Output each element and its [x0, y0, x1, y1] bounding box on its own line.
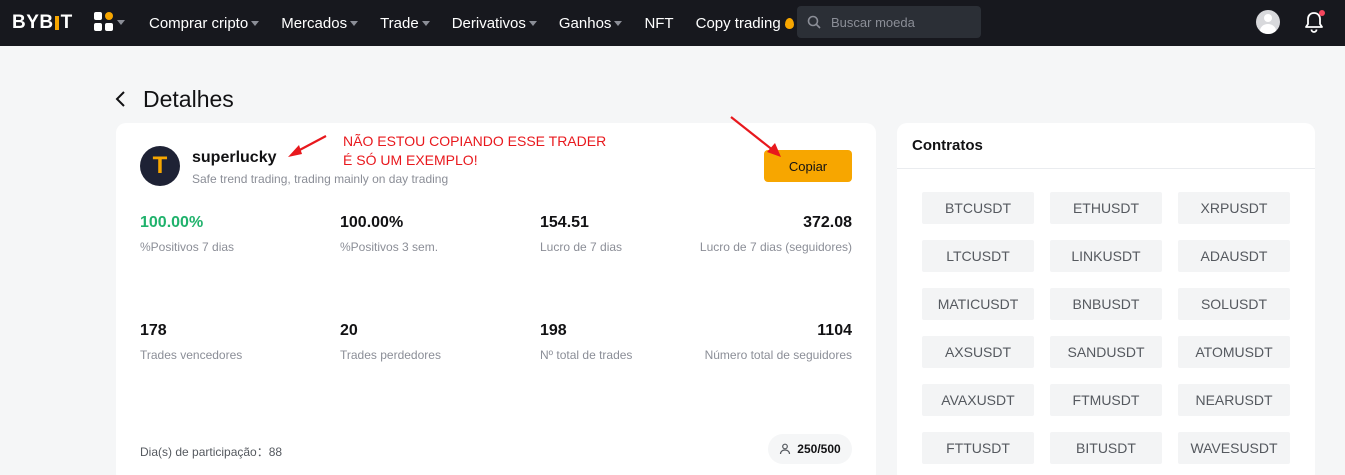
stat-losing-trades: 20 Trades perdedores	[340, 322, 441, 362]
stat-positive-7d: 100.00% %Positivos 7 dias	[140, 214, 235, 254]
bybit-logo[interactable]: BYB T	[12, 12, 73, 34]
search-box[interactable]	[797, 6, 981, 38]
flame-icon	[784, 17, 794, 29]
contract-chip[interactable]: WAVESUSDT	[1178, 432, 1290, 464]
contract-chip[interactable]: BITUSDT	[1050, 432, 1162, 464]
copy-button[interactable]: Copiar	[764, 150, 852, 182]
stat-positive-3w: 100.00% %Positivos 3 sem.	[340, 214, 439, 254]
stat-profit-7d-followers: 372.08 Lucro de 7 dias (seguidores)	[699, 214, 852, 254]
contract-chip[interactable]: ATOMUSDT	[1178, 336, 1290, 368]
notification-dot	[1319, 10, 1325, 16]
main-menu: Comprar cripto Mercados Trade Derivativo…	[149, 0, 816, 46]
search-icon	[807, 15, 821, 29]
contract-chip[interactable]: ETHUSDT	[1050, 192, 1162, 224]
user-avatar[interactable]	[1256, 10, 1280, 34]
contract-chip[interactable]: FTTUSDT	[922, 432, 1034, 464]
menu-nft[interactable]: NFT	[644, 15, 673, 32]
contract-chip[interactable]: BNBUSDT	[1050, 288, 1162, 320]
menu-derivativos[interactable]: Derivativos	[452, 15, 537, 32]
menu-trade[interactable]: Trade	[380, 15, 430, 32]
contract-chip[interactable]: AXSUSDT	[922, 336, 1034, 368]
contract-chip[interactable]: LINKUSDT	[1050, 240, 1162, 272]
top-navbar: BYB T Comprar cripto Mercados Trade Deriv…	[0, 0, 1345, 46]
chevron-down-icon	[117, 19, 125, 25]
chevron-down-icon	[350, 20, 359, 26]
contract-chip[interactable]: NEARUSDT	[1178, 384, 1290, 416]
trader-description: Safe trend trading, trading mainly on da…	[192, 172, 449, 186]
trader-name: superlucky	[192, 149, 277, 166]
contract-chip[interactable]: FTMUSDT	[1050, 384, 1162, 416]
participation-days: Dia(s) de participação：88	[140, 445, 283, 459]
contracts-title: Contratos	[912, 137, 983, 154]
menu-mercados[interactable]: Mercados	[281, 15, 359, 32]
chevron-down-icon	[251, 20, 260, 26]
contract-chip[interactable]: AVAXUSDT	[922, 384, 1034, 416]
chevron-down-icon	[614, 20, 623, 26]
contracts-card: Contratos BTCUSDT ETHUSDT XRPUSDT LTCUSDT LI…	[897, 123, 1315, 475]
back-arrow-icon[interactable]	[114, 90, 128, 108]
menu-copy-trading[interactable]: Copy trading	[696, 15, 794, 32]
annotation-note: NÃO ESTOU COPIANDO ESSE TRADER É SÓ UM E…	[343, 133, 607, 168]
menu-comprar-cripto[interactable]: Comprar cripto	[149, 15, 260, 32]
stat-profit-7d: 154.51 Lucro de 7 dias	[540, 214, 623, 254]
search-input[interactable]	[831, 14, 971, 30]
notification-bell-icon[interactable]	[1303, 10, 1325, 34]
apps-grid-icon	[94, 12, 114, 32]
contract-chip[interactable]: BTCUSDT	[922, 192, 1034, 224]
trader-avatar: T	[140, 146, 180, 186]
stat-total-followers: 1104 Número total de seguidores	[704, 322, 852, 362]
contract-chip[interactable]: XRPUSDT	[1178, 192, 1290, 224]
chevron-down-icon	[421, 20, 430, 26]
stat-total-trades: 198 Nº total de trades	[540, 322, 633, 362]
contract-chip[interactable]: MATICUSDT	[922, 288, 1034, 320]
apps-menu-button[interactable]	[94, 12, 125, 32]
contract-chip[interactable]: SANDUSDT	[1050, 336, 1162, 368]
trader-details-card: T superlucky Safe trend trading, trading…	[116, 123, 876, 475]
chevron-down-icon	[528, 20, 537, 26]
contract-chip[interactable]: LTCUSDT	[922, 240, 1034, 272]
user-icon	[780, 443, 791, 455]
follower-seats-badge: 250/500	[768, 434, 852, 464]
contract-chip[interactable]: ADAUSDT	[1178, 240, 1290, 272]
page-title: Detalhes	[143, 86, 234, 112]
stat-winning-trades: 178 Trades vencedores	[140, 322, 243, 362]
divider	[897, 168, 1315, 169]
menu-ganhos[interactable]: Ganhos	[559, 15, 623, 32]
contract-chip[interactable]: SOLUSDT	[1178, 288, 1290, 320]
